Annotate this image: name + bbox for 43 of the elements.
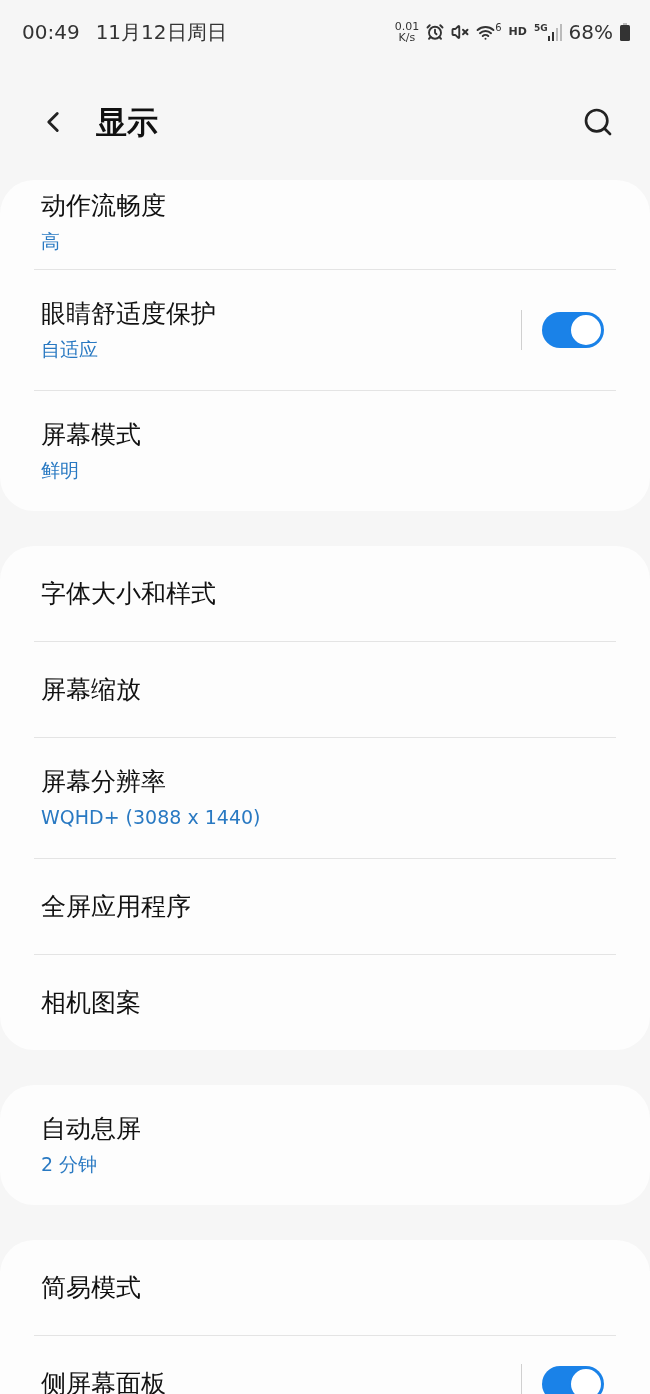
item-title: 眼睛舒适度保护	[41, 298, 216, 330]
item-value: 自适应	[41, 337, 99, 362]
settings-item[interactable]: 相机图案	[0, 955, 650, 1050]
settings-item[interactable]: 屏幕分辨率 WQHD+ (3088 x 1440)	[0, 738, 650, 858]
net-speed-unit: K/s	[398, 32, 416, 43]
item-value: 高	[41, 229, 61, 254]
item-title: 全屏应用程序	[41, 890, 191, 923]
battery-percent: 68%	[568, 19, 613, 46]
status-date: 11月12日周日	[95, 19, 227, 46]
hd-label: HD	[508, 23, 527, 40]
settings-item[interactable]: 眼睛舒适度保护 自适应	[0, 270, 650, 390]
settings-item[interactable]: 字体大小和样式	[0, 546, 650, 641]
item-title: 动作流畅度	[41, 190, 166, 222]
item-title: 自动息屏	[41, 1113, 141, 1145]
settings-item[interactable]: 动作流畅度 高	[0, 180, 650, 269]
settings-item[interactable]: 屏幕缩放	[0, 642, 650, 737]
wifi-band-label: 6	[495, 22, 502, 33]
signal-icon	[547, 23, 562, 41]
battery-icon	[620, 23, 630, 41]
toggle-switch[interactable]	[542, 312, 604, 348]
item-title: 屏幕缩放	[41, 673, 141, 706]
network-label: 5G	[533, 23, 548, 33]
item-title: 屏幕模式	[41, 419, 141, 451]
item-title: 字体大小和样式	[41, 577, 216, 610]
settings-item[interactable]: 自动息屏 2 分钟	[0, 1085, 650, 1205]
search-icon[interactable]	[582, 106, 614, 138]
item-title: 相机图案	[41, 986, 141, 1019]
mute-icon	[451, 23, 470, 41]
settings-item[interactable]: 全屏应用程序	[0, 859, 650, 954]
item-title: 屏幕分辨率	[41, 766, 167, 798]
settings-item[interactable]: 侧屏幕面板	[0, 1336, 650, 1394]
status-time: 00:49	[22, 19, 80, 46]
net-speed-value: 0.01	[394, 21, 420, 32]
page-title: 显示	[96, 102, 158, 142]
settings-item[interactable]: 简易模式	[0, 1240, 650, 1335]
item-title: 侧屏幕面板	[41, 1367, 166, 1394]
alarm-icon	[426, 23, 445, 41]
settings-item[interactable]: 屏幕模式 鲜明	[0, 391, 650, 511]
item-value: 鲜明	[41, 458, 80, 483]
item-title: 简易模式	[41, 1271, 141, 1304]
toggle-switch[interactable]	[542, 1365, 604, 1394]
item-value: WQHD+ (3088 x 1440)	[41, 805, 261, 830]
item-value: 2 分钟	[41, 1152, 99, 1177]
